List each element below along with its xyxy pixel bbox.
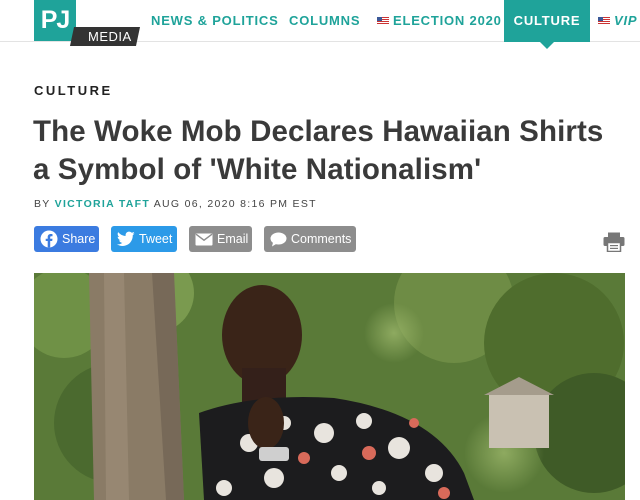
envelope-icon [195, 233, 213, 245]
twitter-share-button[interactable]: Tweet [111, 226, 177, 252]
twitter-icon [117, 231, 135, 246]
logo-pj: PJ [34, 0, 76, 41]
email-share-label: Email [217, 232, 249, 246]
comments-label: Comments [291, 232, 352, 246]
site-logo[interactable]: PJ MEDIA [34, 0, 141, 48]
hero-image [34, 273, 625, 500]
email-share-button[interactable]: Email [189, 226, 252, 252]
speech-bubble-icon [270, 232, 287, 246]
nav-vip-label: VIP [614, 13, 638, 28]
article-title-line1: The Woke Mob Declares Hawaiian Shirts [33, 115, 604, 148]
us-flag-icon [377, 17, 389, 25]
nav-election-label: ELECTION 2020 [393, 13, 502, 28]
hero-illustration [34, 273, 625, 500]
top-nav-bar: PJ MEDIA NEWS & POLITICS COLUMNS ELECTIO… [0, 0, 640, 49]
byline: BY VICTORIA TAFT AUG 06, 2020 8:16 PM ES… [34, 198, 317, 210]
print-icon[interactable] [603, 232, 625, 252]
nav-election-2020[interactable]: ELECTION 2020 [377, 0, 502, 42]
us-flag-icon [598, 17, 610, 25]
article-title: The Woke Mob Declares Hawaiian Shirts a … [33, 113, 633, 189]
nav-columns[interactable]: COLUMNS [289, 0, 360, 42]
nav-vip[interactable]: VIP [598, 0, 637, 42]
facebook-icon [40, 230, 58, 248]
byline-prefix: BY [34, 198, 51, 210]
facebook-share-label: Share [62, 232, 96, 246]
article-title-line2: a Symbol of 'White Nationalism' [33, 153, 482, 186]
comments-button[interactable]: Comments [264, 226, 356, 252]
author-link[interactable]: VICTORIA TAFT [55, 198, 150, 210]
nav-culture-active[interactable]: CULTURE [504, 0, 590, 49]
logo-media: MEDIA [69, 27, 141, 46]
section-label[interactable]: CULTURE [34, 83, 113, 98]
twitter-share-label: Tweet [139, 232, 173, 246]
facebook-share-button[interactable]: Share [34, 226, 99, 252]
nav-news-politics[interactable]: NEWS & POLITICS [151, 0, 279, 42]
main-nav: NEWS & POLITICS COLUMNS ELECTION 2020 CU… [140, 0, 640, 49]
publish-date: AUG 06, 2020 8:16 PM EST [153, 198, 317, 210]
